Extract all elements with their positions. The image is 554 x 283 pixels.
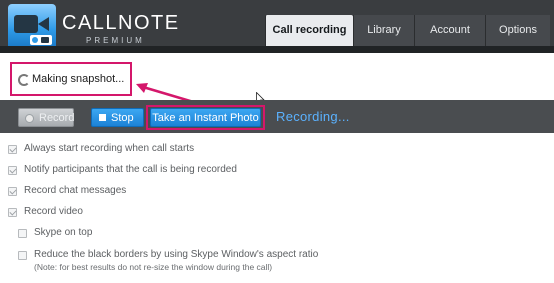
- checkbox-reduce-borders[interactable]: [18, 251, 27, 260]
- option-label-always-start: Always start recording when call starts: [24, 143, 195, 154]
- checkbox-record-chat[interactable]: [8, 187, 17, 196]
- recording-settings: Always start recording when call starts …: [0, 133, 554, 283]
- option-label-notify-participants: Notify participants that the call is bei…: [24, 164, 237, 175]
- option-label-record-chat: Record chat messages: [24, 185, 127, 196]
- option-label-skype-on-top: Skype on top: [34, 227, 93, 238]
- brand-subtitle: PREMIUM: [86, 36, 145, 45]
- camera-body: [14, 15, 38, 33]
- recording-controls-bar: Record Stop Take an Instant Photo Record…: [0, 100, 554, 133]
- spinner-icon: [18, 74, 30, 86]
- camera-lens: [38, 17, 49, 31]
- checkbox-record-video[interactable]: [8, 208, 17, 217]
- main-nav: Call recording Library Account Options: [265, 15, 550, 46]
- camera-logo-icon: [8, 4, 56, 50]
- instant-photo-button[interactable]: Take an Instant Photo: [150, 108, 261, 127]
- brand-name: CALLNOTE: [62, 12, 180, 34]
- recording-status-label: Recording...: [276, 109, 350, 124]
- checkbox-skype-on-top[interactable]: [18, 229, 27, 238]
- reduce-borders-note: (Note: for best results do not re-size t…: [34, 262, 273, 272]
- tab-library[interactable]: Library: [353, 15, 414, 46]
- record-button-label: Record: [39, 112, 75, 124]
- chat-badge-icon: [30, 35, 52, 45]
- option-label-record-video: Record video: [24, 206, 83, 217]
- tab-account[interactable]: Account: [414, 15, 485, 46]
- status-area: Making snapshot...: [0, 53, 554, 106]
- snapshot-status-text: Making snapshot...: [32, 73, 125, 85]
- stop-icon: [99, 114, 106, 121]
- nav-underline: [0, 46, 554, 53]
- checkbox-always-start[interactable]: [8, 145, 17, 154]
- app-header: CALLNOTE PREMIUM Call recording Library …: [0, 0, 554, 53]
- tab-options[interactable]: Options: [485, 15, 550, 46]
- option-label-reduce-borders: Reduce the black borders by using Skype …: [34, 249, 319, 260]
- record-button[interactable]: Record: [18, 108, 74, 127]
- stop-button-label: Stop: [111, 112, 134, 124]
- tab-call-recording[interactable]: Call recording: [265, 15, 353, 46]
- checkbox-notify-participants[interactable]: [8, 166, 17, 175]
- snapshot-status-box: Making snapshot...: [10, 62, 132, 96]
- stop-button[interactable]: Stop: [91, 108, 144, 127]
- record-dot-icon: [25, 114, 34, 123]
